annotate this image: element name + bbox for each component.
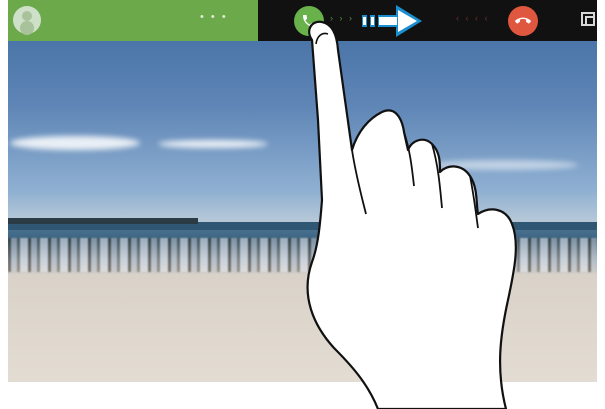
caller-panel[interactable]: • • • (8, 0, 258, 41)
expand-window-icon[interactable] (581, 12, 595, 26)
pier (8, 218, 198, 224)
phone-answer-icon (303, 15, 315, 27)
answer-call-button[interactable] (294, 6, 324, 36)
cloud (10, 136, 140, 150)
more-dots-icon: • • • (200, 11, 228, 23)
incoming-call-bar: • • • › › › ‹ ‹ ‹ ‹ (8, 0, 597, 41)
swipe-hint-dots: ‹ ‹ ‹ ‹ (456, 13, 490, 23)
caller-name (54, 13, 184, 25)
video-preview: • • • › › › ‹ ‹ ‹ ‹ (8, 0, 597, 382)
swipe-hint-dots: › › › (330, 13, 354, 23)
beach-crowd (8, 238, 597, 272)
person-avatar-icon (13, 6, 41, 34)
phone-reject-icon (515, 17, 531, 24)
cloud (158, 140, 268, 148)
cloud (428, 160, 578, 170)
swipe-right-arrow-icon (362, 5, 422, 37)
reject-call-button[interactable] (508, 6, 538, 36)
